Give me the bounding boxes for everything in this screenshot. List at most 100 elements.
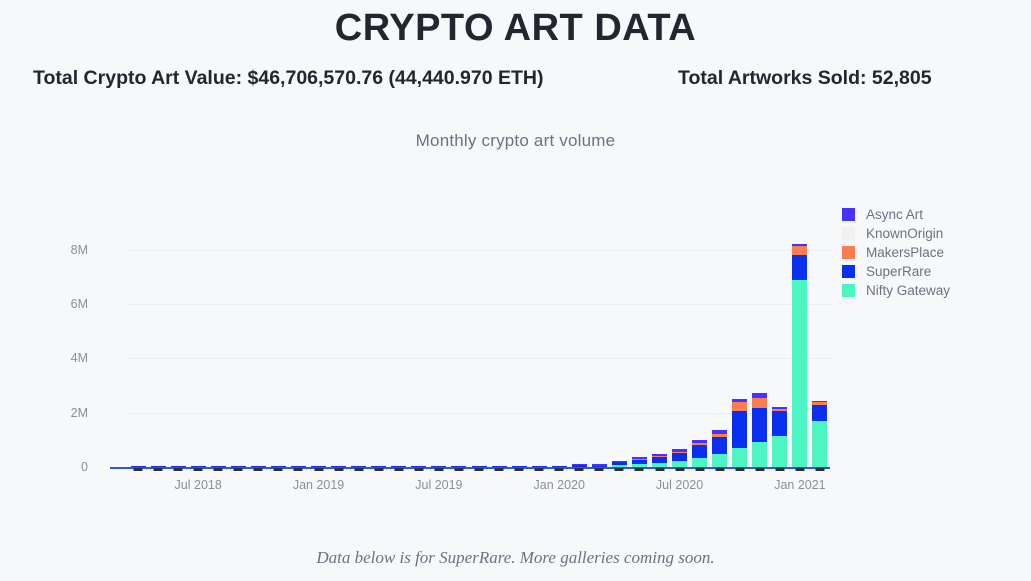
legend-item-label: Async Art bbox=[866, 207, 924, 222]
chart-bar[interactable] bbox=[331, 465, 347, 467]
chart-bar[interactable] bbox=[411, 465, 427, 467]
chart-bar[interactable] bbox=[250, 465, 266, 467]
chart-bar[interactable] bbox=[631, 456, 647, 467]
bar-segment bbox=[511, 465, 527, 467]
chart-bar[interactable] bbox=[712, 429, 728, 467]
y-axis-tick-label: 8M bbox=[70, 242, 88, 257]
bar-segment bbox=[792, 245, 808, 256]
x-axis-tick-mark bbox=[293, 468, 303, 471]
legend-item[interactable]: Nifty Gateway bbox=[842, 281, 1022, 300]
bar-segment bbox=[190, 465, 206, 467]
chart-bar[interactable] bbox=[471, 465, 487, 467]
chart-bar[interactable] bbox=[190, 465, 206, 467]
bar-segment bbox=[431, 465, 447, 467]
chart-bar[interactable] bbox=[571, 463, 587, 467]
chart-bar[interactable] bbox=[311, 465, 327, 467]
y-axis-tick-label: 4M bbox=[70, 351, 88, 366]
chart-bar[interactable] bbox=[431, 465, 447, 467]
bar-segment bbox=[170, 465, 186, 467]
gridline bbox=[128, 358, 830, 360]
bar-segment bbox=[812, 420, 828, 467]
bar-segment bbox=[772, 411, 788, 436]
legend-item[interactable]: KnownOrigin bbox=[842, 224, 1022, 243]
chart-bar[interactable] bbox=[792, 243, 808, 467]
y-axis-tick-label: 0 bbox=[81, 460, 88, 474]
chart-bar[interactable] bbox=[551, 465, 567, 467]
bar-segment bbox=[792, 255, 808, 280]
chart-bar[interactable] bbox=[652, 453, 667, 467]
x-axis-tick-label: Jan 2019 bbox=[292, 478, 345, 492]
chart-bar[interactable] bbox=[230, 465, 246, 467]
x-axis-tick-mark bbox=[314, 468, 324, 471]
x-axis-tick-mark bbox=[655, 468, 664, 471]
chart-bar[interactable] bbox=[672, 448, 688, 467]
bar-segment bbox=[290, 465, 306, 467]
bar-segment bbox=[551, 465, 567, 467]
chart-bar[interactable] bbox=[290, 465, 306, 467]
chart-legend: Async Art KnownOrigin MakersPlace SuperRare… bbox=[842, 205, 1022, 300]
x-axis-tick-mark bbox=[494, 468, 504, 471]
legend-item-label: MakersPlace bbox=[866, 245, 945, 260]
legend-item[interactable]: MakersPlace bbox=[842, 243, 1022, 262]
chart-bar[interactable] bbox=[150, 465, 166, 467]
x-axis-tick-mark bbox=[173, 468, 183, 471]
legend-color-swatch bbox=[842, 246, 855, 259]
legend-item-label: KnownOrigin bbox=[866, 226, 944, 241]
x-axis-tick-mark bbox=[735, 468, 745, 471]
legend-item[interactable]: Async Art bbox=[842, 205, 1022, 224]
chart-bar[interactable] bbox=[270, 465, 286, 467]
chart-bar[interactable] bbox=[391, 465, 407, 467]
chart-bar[interactable] bbox=[371, 465, 387, 467]
chart-bar[interactable] bbox=[692, 439, 708, 467]
chart-bar[interactable] bbox=[732, 398, 748, 467]
chart-bar[interactable] bbox=[210, 465, 226, 467]
chart-bar[interactable] bbox=[170, 465, 186, 467]
bar-segment bbox=[692, 458, 708, 467]
x-axis-tick-mark bbox=[815, 468, 825, 471]
legend-color-swatch bbox=[842, 284, 855, 297]
chart-bar[interactable] bbox=[511, 465, 527, 467]
chart-bar[interactable] bbox=[451, 465, 467, 467]
x-axis-tick-mark bbox=[594, 468, 604, 471]
chart-plot-area: 0 2M 4M 6M 8M Jul 2018 Jan 2019 Jul 2019 Jan 20… bbox=[71, 228, 830, 492]
bar-segment bbox=[652, 463, 667, 467]
bar-segment bbox=[692, 445, 708, 459]
x-axis-tick-mark bbox=[193, 468, 203, 471]
x-axis-tick-mark bbox=[454, 468, 464, 471]
x-axis-tick-mark bbox=[273, 468, 283, 471]
chart-bar[interactable] bbox=[531, 465, 547, 467]
bar-segment bbox=[812, 404, 828, 421]
bar-segment bbox=[411, 465, 427, 467]
chart-bar[interactable] bbox=[591, 464, 607, 467]
chart-bar[interactable] bbox=[812, 400, 828, 467]
total-crypto-art-value-stat: Total Crypto Art Value: $46,706,570.76 (… bbox=[33, 67, 544, 89]
chart-bar[interactable] bbox=[351, 465, 367, 467]
chart-bar[interactable] bbox=[130, 465, 146, 467]
x-axis-tick-mark bbox=[394, 468, 404, 471]
bar-segment bbox=[772, 435, 788, 467]
bar-segment bbox=[531, 465, 547, 467]
gridline bbox=[128, 249, 830, 251]
summary-stats-row: Total Crypto Art Value: $46,706,570.76 (… bbox=[0, 67, 1031, 95]
legend-item[interactable]: SuperRare bbox=[842, 262, 1022, 281]
chart-bar[interactable] bbox=[752, 393, 768, 467]
bar-segment bbox=[270, 465, 286, 467]
x-axis-tick-mark bbox=[133, 468, 143, 471]
chart-bar[interactable] bbox=[611, 460, 627, 467]
bar-segment bbox=[732, 411, 748, 448]
bar-segment bbox=[752, 397, 768, 409]
legend-color-swatch bbox=[842, 265, 855, 278]
chart-bar[interactable] bbox=[772, 407, 788, 467]
bar-segment bbox=[571, 465, 587, 467]
x-axis-tick-mark bbox=[414, 468, 424, 471]
x-axis-tick-label: Jul 2018 bbox=[174, 478, 222, 492]
bar-segment bbox=[250, 465, 266, 467]
chart-bar[interactable] bbox=[491, 465, 507, 467]
x-axis-tick-mark bbox=[755, 468, 765, 471]
bar-segment bbox=[672, 461, 688, 467]
gridline bbox=[128, 412, 830, 414]
x-axis-tick-mark bbox=[153, 468, 163, 471]
page-title: CRYPTO ART DATA bbox=[334, 7, 697, 49]
x-axis-tick-mark bbox=[795, 468, 805, 471]
x-axis-tick-label: Jan 2020 bbox=[533, 478, 585, 492]
